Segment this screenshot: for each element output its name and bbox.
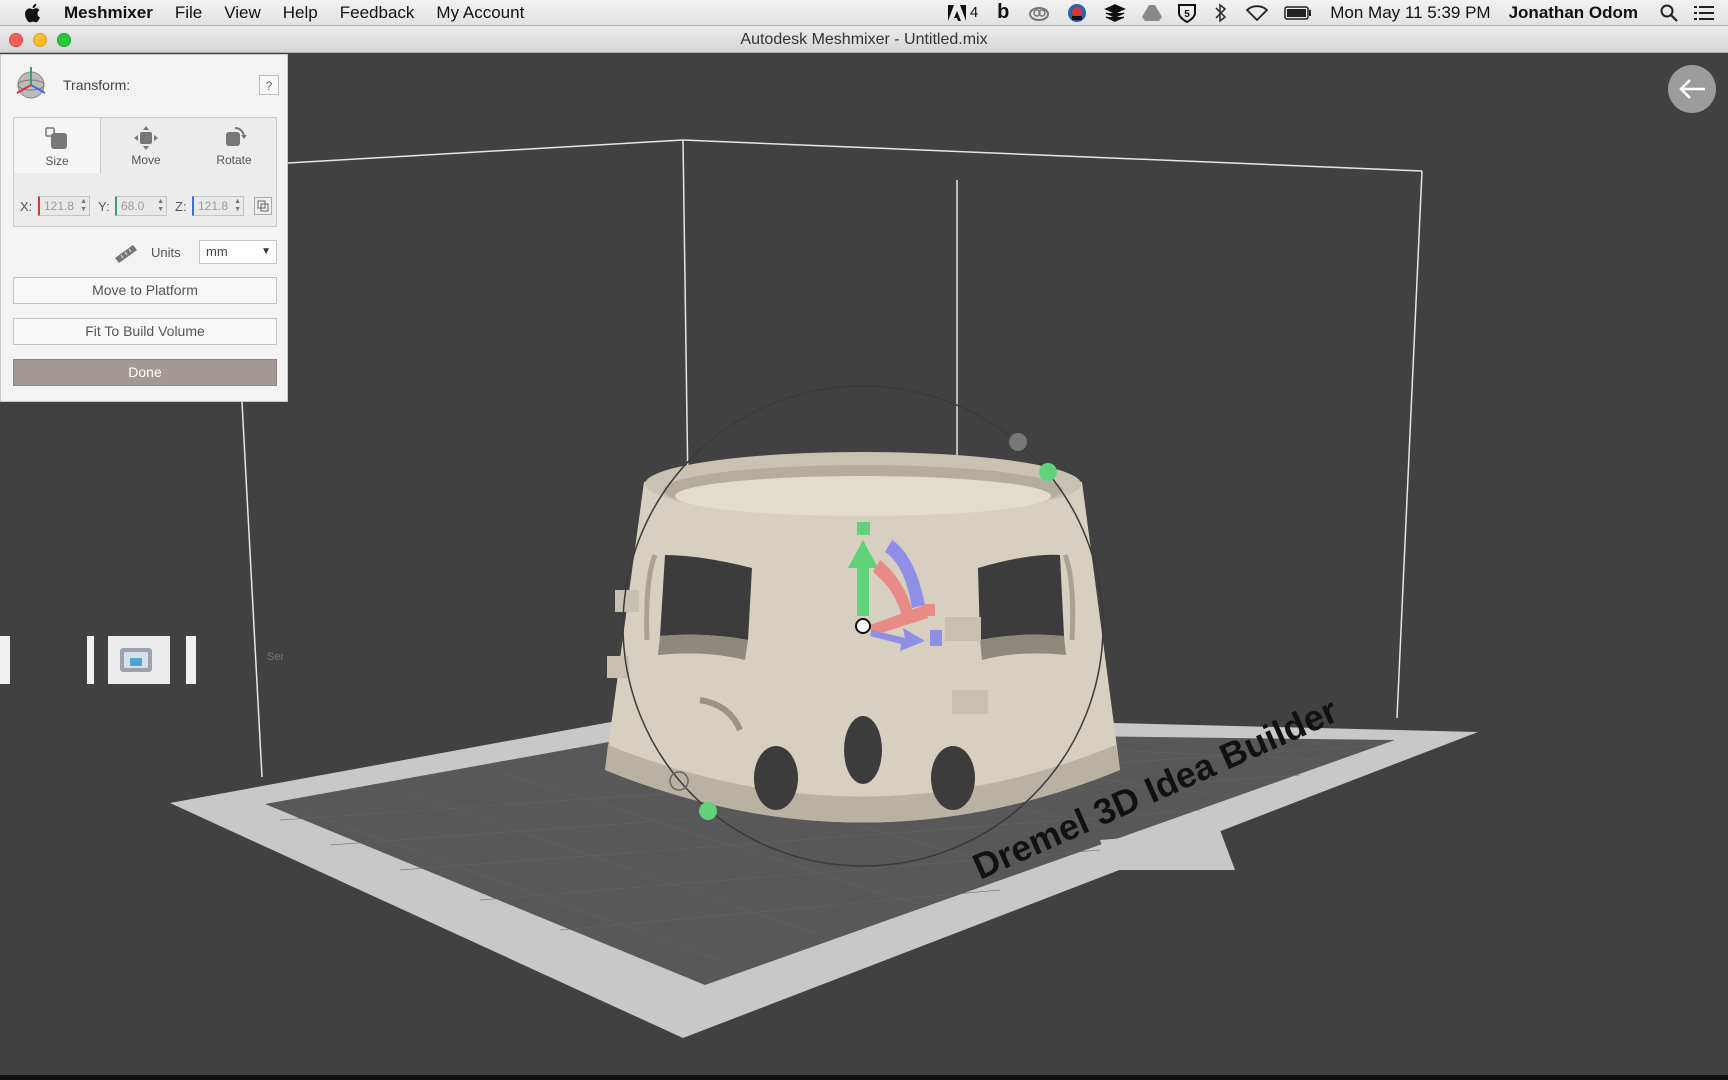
tab-move-label: Move	[131, 153, 161, 167]
back-arrow-button[interactable]	[1668, 65, 1716, 113]
left-tool-strip: Send To	[0, 636, 283, 686]
move-icon	[134, 126, 158, 150]
tab-rotate-label: Rotate	[216, 153, 252, 167]
tool-strip-bar	[186, 636, 196, 684]
menu-file[interactable]: File	[175, 3, 202, 23]
dimension-fields: X: 121.8 ▲ ▼ Y: 68.0 ▲ ▼ Z: 121.8 ▲ ▼	[20, 196, 272, 216]
x-label: X:	[20, 199, 33, 214]
send-to-printer-button[interactable]: Send To	[108, 636, 283, 684]
send-to-label: Send To	[267, 651, 283, 663]
creative-cloud-icon[interactable]	[1028, 3, 1050, 23]
menu-help[interactable]: Help	[283, 3, 318, 23]
menu-view[interactable]: View	[224, 3, 261, 23]
app-badge-icon[interactable]	[1066, 3, 1088, 23]
3d-model[interactable]	[605, 452, 1120, 823]
units-label: Units	[151, 245, 181, 260]
menu-feedback[interactable]: Feedback	[340, 3, 415, 23]
menu-app-name[interactable]: Meshmixer	[64, 3, 153, 23]
units-row: Units mm ▼	[13, 240, 277, 266]
list-icon[interactable]	[1694, 3, 1714, 23]
menu-bar: Meshmixer File View Help Feedback My Acc…	[0, 0, 1728, 26]
z-size-stepper[interactable]: ▲ ▼	[234, 198, 241, 214]
panel-header: Transform: ?	[11, 65, 279, 101]
transform-icon	[16, 67, 46, 99]
wifi-icon[interactable]	[1246, 3, 1269, 23]
tool-strip-bar	[0, 636, 10, 684]
adobe-icon[interactable]: 4	[947, 3, 979, 23]
z-size-field[interactable]: 121.8 ▲ ▼	[192, 196, 244, 216]
printer-icon	[120, 648, 152, 672]
y-size-value: 68.0	[121, 199, 145, 213]
y-label: Y:	[98, 199, 110, 214]
help-button[interactable]: ?	[259, 75, 279, 95]
tab-size-label: Size	[45, 154, 69, 168]
menu-my-account[interactable]: My Account	[436, 3, 524, 23]
units-select[interactable]: mm ▼	[199, 240, 277, 264]
tool-strip-bar	[87, 636, 94, 684]
adobe-count: 4	[969, 4, 979, 21]
user-name[interactable]: Jonathan Odom	[1509, 3, 1638, 23]
search-icon[interactable]	[1660, 3, 1678, 23]
ruler-icon	[115, 245, 137, 263]
tab-rotate[interactable]: Rotate	[190, 117, 278, 172]
b-icon[interactable]: b	[994, 1, 1012, 23]
layers-icon[interactable]	[1104, 3, 1127, 23]
clock[interactable]: Mon May 11 5:39 PM	[1330, 3, 1490, 23]
tab-size[interactable]: Size	[13, 117, 101, 173]
x-size-field[interactable]: 121.8 ▲ ▼	[38, 196, 90, 216]
apple-icon[interactable]	[22, 3, 42, 23]
done-button[interactable]: Done	[13, 359, 277, 386]
x-size-stepper[interactable]: ▲ ▼	[80, 198, 87, 214]
window-title-bar: Autodesk Meshmixer - Untitled.mix	[0, 26, 1728, 53]
panel-title: Transform:	[63, 77, 131, 93]
svg-text:5: 5	[1184, 9, 1190, 20]
x-size-value: 121.8	[44, 199, 75, 213]
link-icon	[257, 200, 269, 212]
size-icon	[45, 127, 67, 149]
z-size-value: 121.8	[198, 199, 229, 213]
fit-to-build-volume-button[interactable]: Fit To Build Volume	[13, 318, 277, 345]
rotate-icon	[226, 127, 247, 146]
transform-panel: Transform: ? Size Move Rotate X: 121.8 ▲ ▼…	[0, 54, 288, 402]
z-label: Z:	[175, 199, 187, 214]
tab-move[interactable]: Move	[102, 117, 190, 172]
drive-icon[interactable]	[1142, 3, 1163, 23]
battery-icon[interactable]	[1284, 3, 1312, 23]
move-to-platform-button[interactable]: Move to Platform	[13, 277, 277, 304]
bluetooth-icon[interactable]	[1212, 2, 1230, 23]
units-value: mm	[206, 244, 228, 259]
transform-tabs: Size Move Rotate X: 121.8 ▲ ▼ Y: 68.0 ▲ ▼ Z:…	[13, 117, 277, 227]
y-size-stepper[interactable]: ▲ ▼	[157, 198, 164, 214]
y-size-field[interactable]: 68.0 ▲ ▼	[115, 196, 167, 216]
chevron-down-icon: ▼	[261, 246, 271, 257]
shield-5-icon[interactable]: 5	[1178, 3, 1197, 23]
window-title: Autodesk Meshmixer - Untitled.mix	[740, 31, 988, 48]
uniform-scale-toggle[interactable]	[254, 197, 272, 215]
window-bottom-edge	[0, 1075, 1728, 1080]
arrow-left-icon	[1679, 79, 1705, 99]
